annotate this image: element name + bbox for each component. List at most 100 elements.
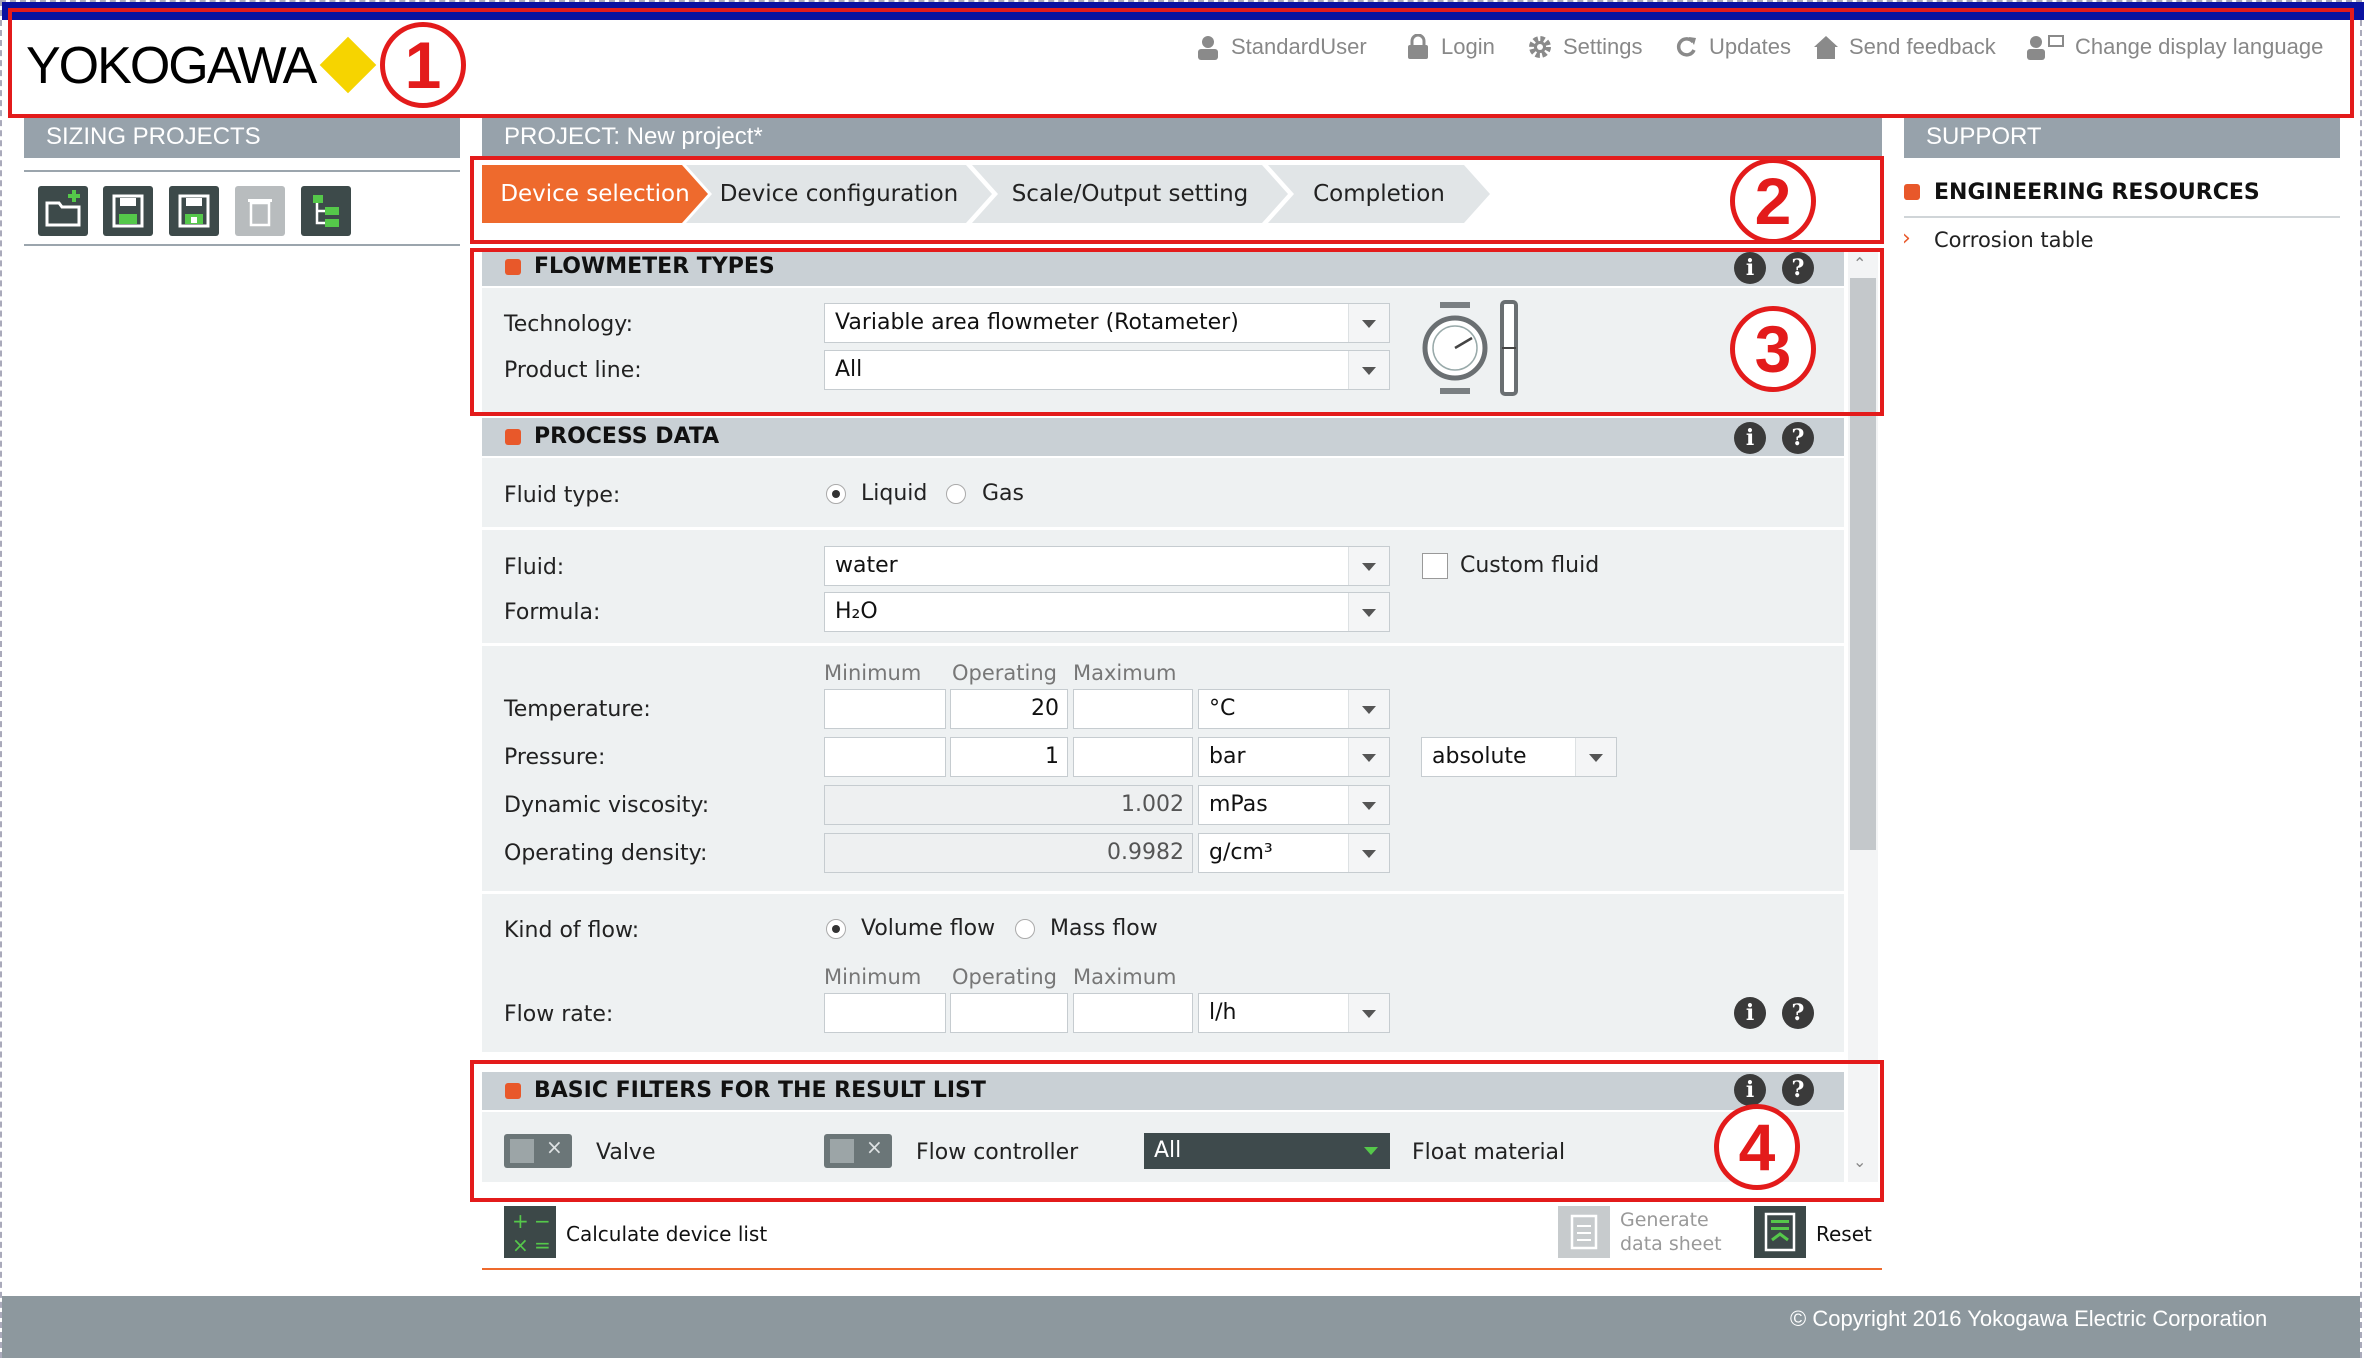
density-unit-select[interactable]: g/cm³ bbox=[1198, 833, 1390, 873]
chevron-right-icon: › bbox=[1902, 226, 1911, 251]
flow-rate-operating-input[interactable] bbox=[950, 993, 1068, 1033]
custom-fluid-label: Custom fluid bbox=[1460, 553, 1600, 578]
flow-rate-unit-select[interactable]: l/h bbox=[1198, 993, 1390, 1033]
sidebar-divider-2 bbox=[24, 244, 460, 246]
svg-text:×: × bbox=[512, 1233, 529, 1257]
pressure-operating-input[interactable]: 1 bbox=[950, 737, 1068, 777]
annotation-number-3: 3 bbox=[1730, 306, 1816, 392]
volume-flow-label: Volume flow bbox=[861, 916, 996, 941]
generate-data-sheet-button[interactable]: Generate data sheet bbox=[1620, 1208, 1722, 1256]
row-divider bbox=[482, 643, 1844, 646]
fluid-label: Fluid: bbox=[504, 555, 565, 580]
viscosity-unit-select[interactable]: mPas bbox=[1198, 785, 1390, 825]
calculate-device-list-button[interactable]: Calculate device list bbox=[566, 1222, 767, 1246]
reset-button[interactable]: Reset bbox=[1816, 1222, 1872, 1246]
temperature-unit-select[interactable]: °C bbox=[1198, 689, 1390, 729]
flow-rate-unit-value: l/h bbox=[1209, 1000, 1237, 1025]
generate-data-sheet-icon[interactable] bbox=[1558, 1206, 1610, 1258]
custom-fluid-checkbox[interactable] bbox=[1422, 553, 1448, 579]
formula-value: H₂O bbox=[835, 599, 878, 624]
reset-icon[interactable] bbox=[1754, 1206, 1806, 1258]
help-icon[interactable]: ? bbox=[1782, 997, 1814, 1029]
gas-radio[interactable] bbox=[946, 484, 966, 504]
copyright-text: © Copyright 2016 Yokogawa Electric Corpo… bbox=[1790, 1306, 2268, 1331]
info-icon[interactable]: i bbox=[1734, 422, 1766, 454]
project-title: PROJECT: New project* bbox=[482, 118, 1882, 158]
annotation-number-1: 1 bbox=[380, 22, 466, 108]
row-divider bbox=[482, 527, 1844, 530]
fluid-value: water bbox=[835, 553, 898, 578]
generate-line2: data sheet bbox=[1620, 1233, 1722, 1255]
chevron-down-icon bbox=[1348, 786, 1389, 824]
generate-line1: Generate bbox=[1620, 1209, 1709, 1231]
volume-flow-radio[interactable] bbox=[826, 919, 846, 939]
svg-text:−: − bbox=[534, 1209, 551, 1233]
flow-rate-label: Flow rate: bbox=[504, 1002, 614, 1027]
annotation-box-1 bbox=[8, 8, 2354, 118]
pressure-min-input[interactable] bbox=[824, 737, 946, 777]
gas-label: Gas bbox=[982, 481, 1024, 506]
col-minimum: Minimum bbox=[824, 661, 922, 685]
kind-of-flow-label: Kind of flow: bbox=[504, 918, 640, 943]
delete-icon[interactable] bbox=[235, 186, 285, 236]
annotation-box-4 bbox=[470, 1060, 1884, 1202]
col-operating: Operating bbox=[952, 661, 1057, 685]
mass-flow-radio[interactable] bbox=[1015, 919, 1035, 939]
save-as-icon[interactable] bbox=[169, 186, 219, 236]
temperature-unit-value: °C bbox=[1209, 696, 1236, 721]
temperature-label: Temperature: bbox=[504, 697, 651, 722]
col-maximum: Maximum bbox=[1073, 661, 1177, 685]
annotation-box-3 bbox=[470, 248, 1884, 416]
process-collapse-icon[interactable] bbox=[505, 429, 521, 445]
chevron-down-icon bbox=[1348, 834, 1389, 872]
liquid-radio[interactable] bbox=[826, 484, 846, 504]
support-divider bbox=[1904, 216, 2340, 218]
process-data-title: PROCESS DATA bbox=[534, 424, 720, 449]
col-maximum: Maximum bbox=[1073, 965, 1177, 989]
pressure-mode-value: absolute bbox=[1432, 744, 1527, 769]
corrosion-table-link[interactable]: Corrosion table bbox=[1934, 228, 2094, 252]
fluid-type-label: Fluid type: bbox=[504, 483, 621, 508]
support-header: SUPPORT bbox=[1904, 118, 2340, 158]
density-unit-value: g/cm³ bbox=[1209, 840, 1273, 865]
calculate-icon[interactable]: + − × = bbox=[504, 1206, 556, 1258]
annotation-box-2 bbox=[470, 156, 1884, 244]
chevron-down-icon bbox=[1575, 738, 1616, 776]
temperature-max-input[interactable] bbox=[1073, 689, 1193, 729]
help-icon[interactable]: ? bbox=[1782, 422, 1814, 454]
new-project-icon[interactable] bbox=[38, 186, 88, 236]
density-value: 0.9982 bbox=[824, 833, 1193, 873]
formula-select[interactable]: H₂O bbox=[824, 592, 1390, 632]
pressure-unit-value: bar bbox=[1209, 744, 1246, 769]
pressure-label: Pressure: bbox=[504, 745, 606, 770]
engineering-collapse-icon[interactable] bbox=[1904, 184, 1920, 200]
process-data-header[interactable]: PROCESS DATA bbox=[482, 418, 1844, 456]
liquid-label: Liquid bbox=[861, 481, 928, 506]
annotation-number-2: 2 bbox=[1730, 158, 1816, 244]
pressure-unit-select[interactable]: bar bbox=[1198, 737, 1390, 777]
info-icon[interactable]: i bbox=[1734, 997, 1766, 1029]
pressure-max-input[interactable] bbox=[1073, 737, 1193, 777]
viscosity-unit-value: mPas bbox=[1209, 792, 1268, 817]
temperature-min-input[interactable] bbox=[824, 689, 946, 729]
pressure-mode-select[interactable]: absolute bbox=[1421, 737, 1617, 777]
svg-text:+: + bbox=[512, 1209, 529, 1233]
col-operating: Operating bbox=[952, 965, 1057, 989]
fluid-select[interactable]: water bbox=[824, 546, 1390, 586]
flow-rate-max-input[interactable] bbox=[1073, 993, 1193, 1033]
flow-rate-min-input[interactable] bbox=[824, 993, 946, 1033]
chevron-down-icon bbox=[1348, 738, 1389, 776]
chevron-down-icon bbox=[1348, 547, 1389, 585]
viscosity-label: Dynamic viscosity: bbox=[504, 793, 710, 818]
sidebar-divider bbox=[24, 170, 460, 172]
tree-icon[interactable] bbox=[301, 186, 351, 236]
chevron-down-icon bbox=[1348, 994, 1389, 1032]
temperature-operating-input[interactable]: 20 bbox=[950, 689, 1068, 729]
save-icon[interactable] bbox=[103, 186, 153, 236]
row-divider bbox=[482, 891, 1844, 894]
density-label: Operating density: bbox=[504, 841, 708, 866]
viscosity-value: 1.002 bbox=[824, 785, 1193, 825]
sizing-projects-header: SIZING PROJECTS bbox=[24, 118, 460, 158]
chevron-down-icon bbox=[1348, 593, 1389, 631]
engineering-resources-title[interactable]: ENGINEERING RESOURCES bbox=[1934, 180, 2260, 205]
